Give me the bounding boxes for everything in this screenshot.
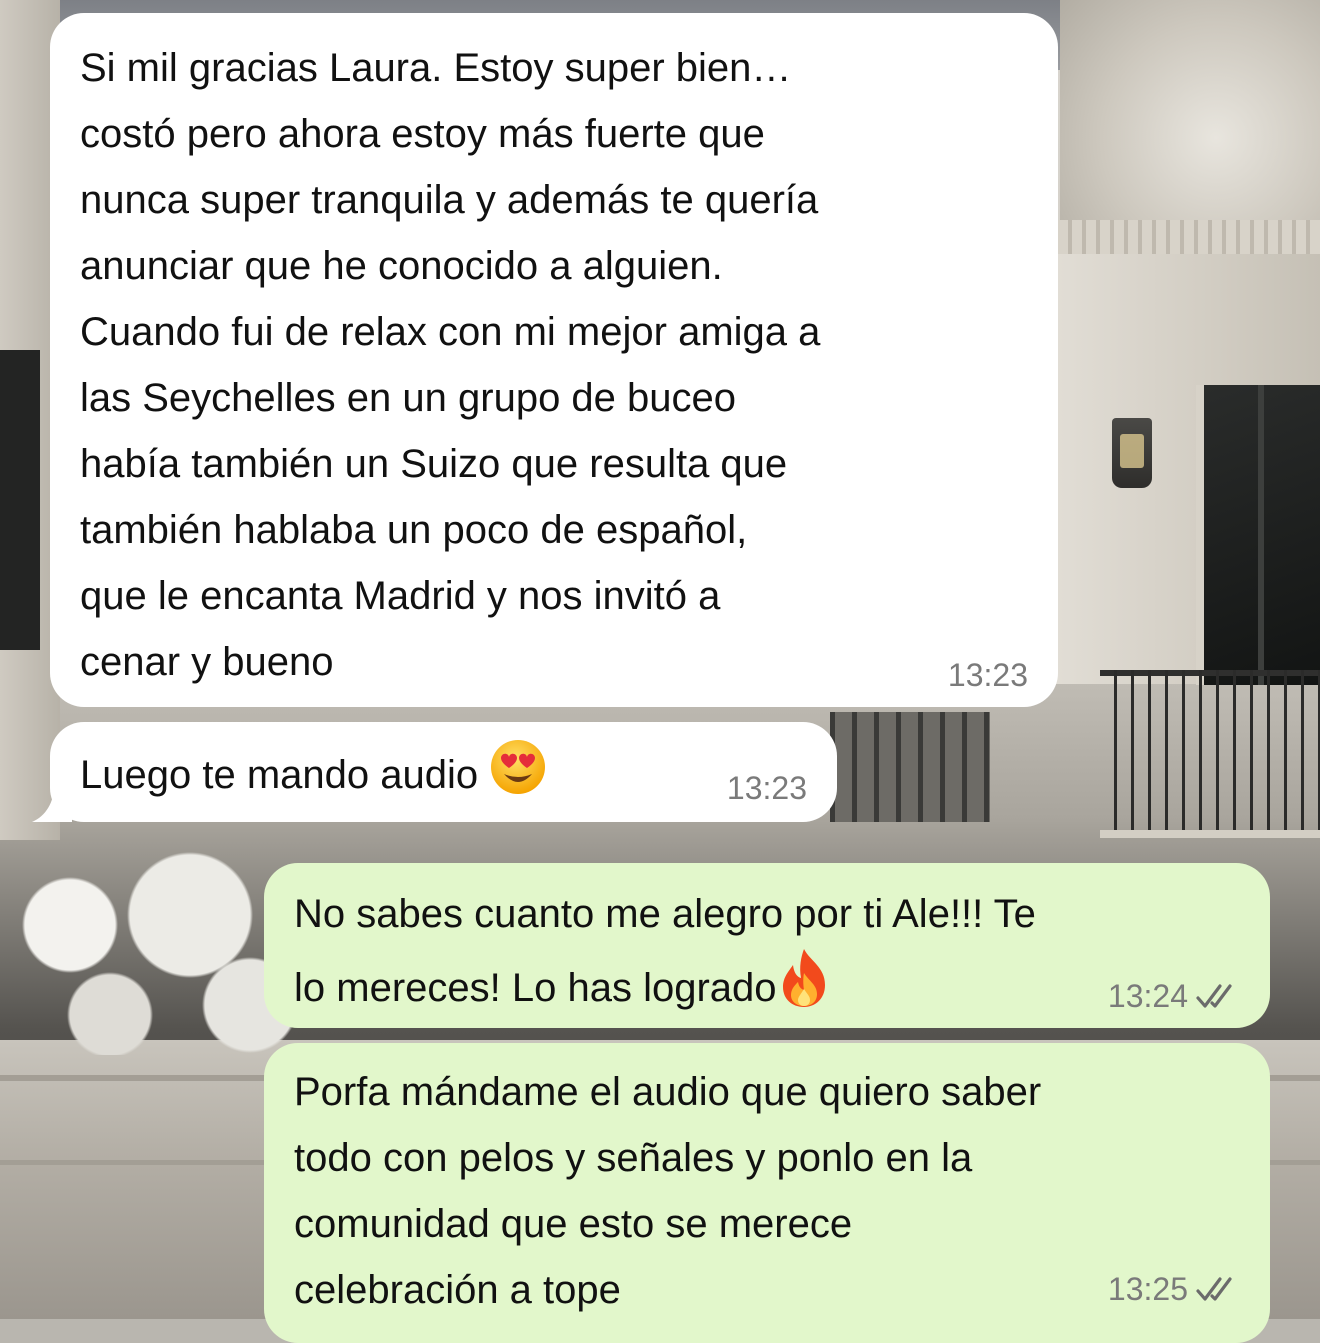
wallpaper-lamp — [1112, 418, 1152, 488]
message-meta: 13:23 — [948, 655, 1028, 695]
read-double-check-icon — [1196, 984, 1232, 1008]
wallpaper-flower-bushes — [0, 835, 300, 1055]
incoming-message-bubble[interactable]: Luego te mando audio 13:23 — [32, 722, 837, 822]
message-meta: 13:24 — [1108, 976, 1240, 1016]
wallpaper-left-window — [0, 350, 40, 650]
outgoing-message-bubble[interactable]: Porfa mándame el audio que quiero saber … — [264, 1043, 1270, 1343]
message-timestamp: 13:23 — [726, 770, 807, 806]
wallpaper-dormer-ornament — [1060, 0, 1320, 230]
wallpaper-balcony — [1100, 670, 1320, 838]
wallpaper-window — [1196, 385, 1320, 685]
read-double-check-icon — [1196, 1277, 1232, 1301]
message-text: Porfa mándame el audio que quiero saber … — [294, 1070, 1042, 1312]
wallpaper-railing — [830, 712, 990, 822]
message-text: Luego te mando audio — [80, 738, 805, 808]
wallpaper-cornice — [1030, 220, 1320, 254]
heart-eyes-emoji-icon — [491, 740, 546, 794]
message-timestamp: 13:24 — [1107, 978, 1188, 1014]
message-text: Si mil gracias Laura. Estoy super bien… … — [80, 46, 821, 684]
incoming-message-bubble[interactable]: Si mil gracias Laura. Estoy super bien… … — [50, 13, 1058, 707]
fire-emoji-icon — [782, 949, 825, 1007]
message-text: No sabes cuanto me alegro por ti Ale!!! … — [294, 892, 1036, 1010]
message-meta: 13:25 — [1108, 1269, 1240, 1309]
message-meta: 13:23 — [727, 768, 807, 808]
bubble-tail-icon — [32, 786, 72, 822]
message-timestamp: 13:23 — [947, 657, 1028, 693]
outgoing-message-bubble[interactable]: No sabes cuanto me alegro por ti Ale!!! … — [264, 863, 1270, 1028]
message-timestamp: 13:25 — [1107, 1271, 1188, 1307]
